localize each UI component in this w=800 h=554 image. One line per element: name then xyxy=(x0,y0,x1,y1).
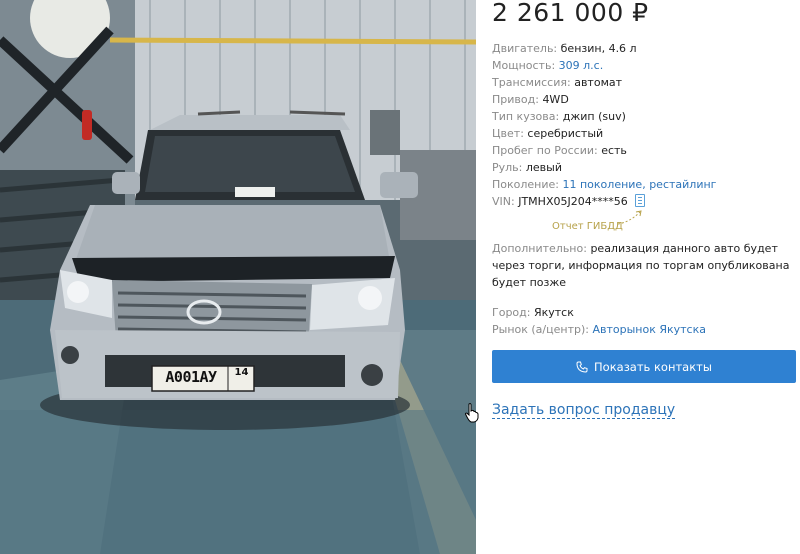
spec-label: Пробег по России: xyxy=(492,144,598,157)
car-photo[interactable]: А001АУ 14 xyxy=(0,0,476,554)
spec-row-generation: Поколение: 11 поколение, рестайлинг xyxy=(492,176,796,193)
car-photo-illustration xyxy=(0,0,476,554)
price: 2 261 000 ₽ xyxy=(492,0,649,27)
spec-value: автомат xyxy=(574,76,623,89)
generation-link[interactable]: 11 поколение, рестайлинг xyxy=(563,178,717,191)
spec-row-body-type: Тип кузова: джип (suv) xyxy=(492,108,796,125)
spec-label: Тип кузова: xyxy=(492,110,560,123)
spec-row-mileage-russia: Пробег по России: есть xyxy=(492,142,796,159)
spec-value: 4WD xyxy=(542,93,569,106)
vin-doc-icon[interactable] xyxy=(635,194,646,207)
show-contacts-button[interactable]: Показать контакты xyxy=(492,350,796,383)
spec-label: Трансмиссия: xyxy=(492,76,571,89)
spec-label: Руль: xyxy=(492,161,523,174)
market-label: Рынок (а/центр): xyxy=(492,323,589,336)
license-plate-text: А001АУ xyxy=(165,368,217,386)
city-row: Город: Якутск xyxy=(492,304,574,321)
hand-cursor-icon xyxy=(464,403,479,423)
spec-row-steering: Руль: левый xyxy=(492,159,796,176)
spec-value: джип (suv) xyxy=(562,110,626,123)
spec-value: бензин, 4.6 л xyxy=(560,42,637,55)
ask-seller-link[interactable]: Задать вопрос продавцу xyxy=(492,402,676,419)
license-plate-region: 14 xyxy=(234,367,249,378)
spec-label: Двигатель: xyxy=(492,42,558,55)
spec-value: левый xyxy=(525,161,562,174)
power-link[interactable]: 309 л.с. xyxy=(559,59,604,72)
spec-row-drive: Привод: 4WD xyxy=(492,91,796,108)
city-label: Город: xyxy=(492,306,531,319)
spec-label: Поколение: xyxy=(492,178,559,191)
spec-row-color: Цвет: серебристый xyxy=(492,125,796,142)
spec-row-power: Мощность: 309 л.с. xyxy=(492,57,796,74)
spec-row-engine: Двигатель: бензин, 4.6 л xyxy=(492,40,796,57)
spec-value: есть xyxy=(601,144,627,157)
city-value: Якутск xyxy=(533,306,574,319)
show-contacts-label: Показать контакты xyxy=(594,359,712,374)
additional-info: Дополнительно: реализация данного авто б… xyxy=(492,240,792,291)
spec-value: серебристый xyxy=(527,127,604,140)
spec-label: VIN: xyxy=(492,195,515,208)
spec-list: Двигатель: бензин, 4.6 л Мощность: 309 л… xyxy=(492,40,796,210)
gibdd-report-note: Отчет ГИБДД xyxy=(552,221,623,232)
vin-value: JTMHX05J204****56 xyxy=(518,195,628,208)
spec-label: Привод: xyxy=(492,93,539,106)
spec-label: Мощность: xyxy=(492,59,556,72)
phone-icon xyxy=(576,361,588,373)
additional-label: Дополнительно: xyxy=(492,242,587,255)
market-row: Рынок (а/центр): Авторынок Якутска xyxy=(492,321,706,338)
spec-label: Цвет: xyxy=(492,127,524,140)
market-link[interactable]: Авторынок Якутска xyxy=(592,323,706,336)
spec-row-transmission: Трансмиссия: автомат xyxy=(492,74,796,91)
listing-info-panel: 2 261 000 ₽ Двигатель: бензин, 4.6 л Мощ… xyxy=(492,0,796,554)
